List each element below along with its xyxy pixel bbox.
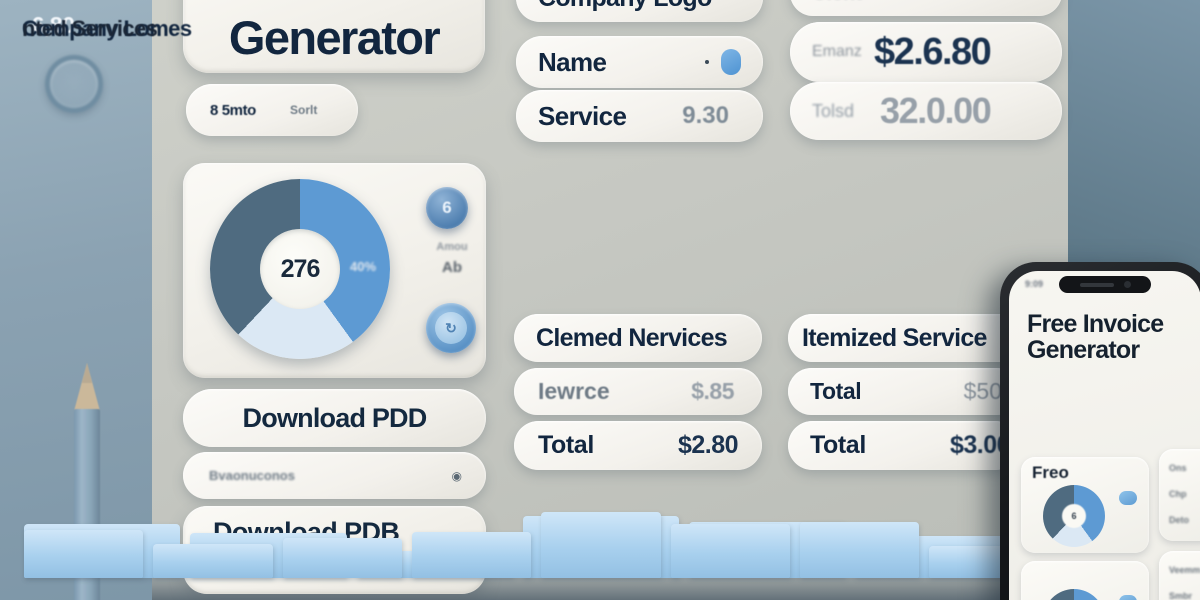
bar-4 — [411, 531, 532, 578]
phone-card-1-heading: Freo — [1032, 463, 1069, 482]
scene-root: Generator 8 5mto Sorlt 6,80 276 40% 6 Am… — [0, 0, 1200, 600]
row-service[interactable]: Iewrce $.85 — [514, 368, 762, 415]
meta-row[interactable]: Bvaonuconos ◉ — [183, 452, 486, 499]
bar-chart-services-title: nted Services — [22, 16, 158, 41]
chart-badge-bottom-icon[interactable]: ↻ — [426, 303, 476, 353]
summary-left-label: 8 5mto — [210, 101, 256, 119]
phone-card-1-dot-icon — [1119, 491, 1137, 505]
row-amount-due-value: $2.6.80 — [874, 30, 992, 73]
bar-3 — [282, 538, 402, 578]
phone-mockup: 9:09 Free Invoice Generator Freo 6 20 On… — [1000, 262, 1200, 600]
donut-chart[interactable]: 276 40% — [210, 179, 390, 359]
download-pdf-button-1-label: Download PDD — [242, 402, 428, 433]
meta-row-eye-icon[interactable]: ◉ — [452, 469, 462, 483]
phone-mini-donut-1: 6 — [1043, 485, 1105, 547]
bar-7 — [799, 522, 920, 578]
phone-screen[interactable]: 9:09 Free Invoice Generator Freo 6 20 On… — [1009, 271, 1200, 600]
meta-row-label: Bvaonuconos — [209, 468, 295, 483]
page-title: Generator — [228, 11, 441, 64]
phone-card-1[interactable]: Freo 6 — [1021, 457, 1149, 553]
bar-2 — [153, 544, 273, 578]
phone-notch — [1059, 276, 1151, 293]
phone-side-card-2[interactable]: Veemm Smbr — [1159, 551, 1200, 600]
field-name-label: Name — [538, 46, 607, 77]
decorative-ring-icon — [45, 55, 103, 113]
pencil-lead-icon — [82, 363, 92, 383]
row-service-value: $.85 — [691, 378, 734, 404]
chart-badge-top-glyph: 6 — [442, 198, 452, 217]
phone-side-line: Veemm — [1169, 565, 1200, 575]
phone-speaker-icon — [1079, 282, 1114, 287]
section-title-itemized-right-label: Itemized Service — [802, 323, 987, 352]
donut-side-label: 40% — [350, 259, 377, 274]
row-total-center-label: Total — [538, 431, 594, 459]
field-service-value: 9.30 — [682, 102, 729, 129]
chart-legend-label-2: Ab — [442, 259, 462, 276]
phone-mini-donut-1-value: 6 — [1062, 504, 1086, 528]
download-pdf-button-1[interactable]: Download PDD — [183, 389, 486, 447]
app-title-card: Generator — [183, 0, 485, 73]
row-service-label: Iewrce — [538, 378, 610, 404]
bar-6 — [670, 523, 790, 578]
phone-app-title: Free Invoice Generator — [1027, 310, 1164, 365]
row-total-right-1-value: $50 — [963, 378, 1002, 404]
row-total-right-1-label: Total — [810, 378, 862, 404]
phone-card-2-dot-icon — [1119, 595, 1137, 600]
phone-mini-donut-2: 20 — [1043, 589, 1105, 600]
chart-legend-label-1: Amou — [436, 241, 468, 253]
phone-card-2[interactable]: 20 — [1021, 561, 1149, 600]
donut-center-value: 276 — [280, 254, 321, 283]
row-total-top-label: Tolsd — [812, 100, 855, 121]
phone-status-time: 9:09 — [1025, 279, 1044, 289]
chart-refresh-icon: ↻ — [435, 312, 467, 344]
row-amount-due-label: Emanz — [812, 43, 862, 60]
field-client[interactable]: Clent — [790, 0, 1062, 16]
row-total-center-value: $2.80 — [677, 431, 739, 459]
summary-sub-row[interactable]: 8 5mto Sorlt — [186, 84, 358, 136]
phone-side-line: Chp — [1169, 489, 1187, 499]
phone-side-card-1[interactable]: Ons Chp Deto — [1159, 449, 1200, 541]
row-total-right-2-label: Total — [810, 431, 866, 459]
donut-hole: 276 — [260, 229, 340, 309]
field-name-color-swatch-icon[interactable] — [721, 49, 741, 75]
field-name-dot-icon — [705, 60, 709, 64]
row-total-top[interactable]: Tolsd 32.0.00 — [790, 82, 1062, 140]
row-total-right-2[interactable]: Total $3.00 — [788, 421, 1020, 470]
field-client-label: Clent — [812, 0, 862, 5]
donut-chart-card: 276 40% 6 Amou Ab ↻ — [183, 163, 486, 378]
row-total-center[interactable]: Total $2.80 — [514, 421, 762, 470]
row-amount-due[interactable]: Emanz $2.6.80 — [790, 22, 1062, 82]
row-total-right-1[interactable]: Total $50 — [788, 368, 1020, 415]
summary-right-label: Sorlt — [290, 103, 318, 117]
field-service[interactable]: Service 9.30 — [516, 90, 763, 142]
phone-side-line: Deto — [1169, 515, 1189, 525]
bar-1 — [24, 530, 144, 578]
phone-side-line: Ons — [1169, 463, 1187, 473]
field-name[interactable]: Name — [516, 36, 763, 88]
chart-badge-top-icon[interactable]: 6 — [426, 187, 468, 229]
phone-camera-icon — [1123, 281, 1131, 288]
row-total-top-value: 32.0.00 — [880, 90, 992, 131]
field-company-logo-label: Company Logo — [538, 0, 712, 13]
phone-side-line: Smbr — [1169, 591, 1193, 600]
field-service-label: Service — [538, 100, 627, 131]
field-company-logo[interactable]: Company Logo — [516, 0, 763, 22]
section-title-itemized-center-label: Clemed Nervices — [536, 323, 728, 352]
bar-5 — [541, 512, 661, 578]
section-title-itemized-center: Clemed Nervices — [514, 314, 762, 362]
